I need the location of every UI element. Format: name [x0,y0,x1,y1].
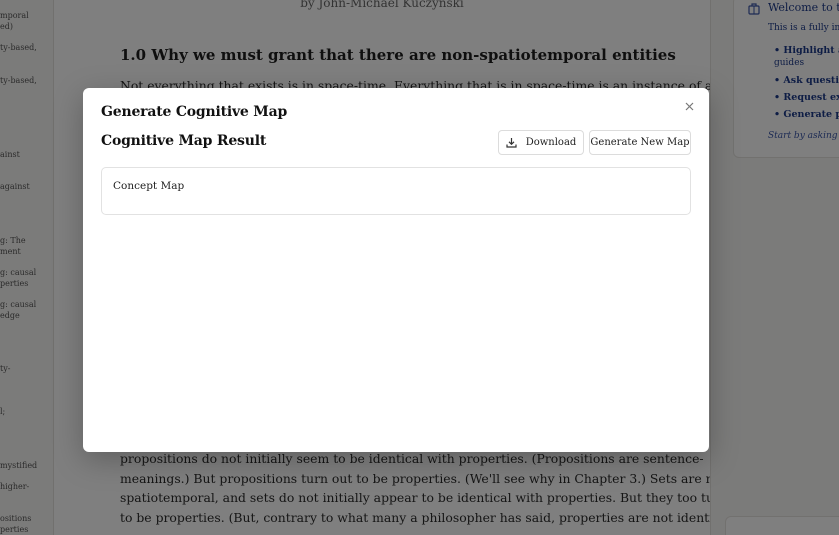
download-button[interactable]: Download [498,130,584,155]
dialog-title: Generate Cognitive Map [101,104,288,120]
concept-map-label: Concept Map [113,180,185,192]
generate-new-map-button[interactable]: Generate New Map [589,130,691,155]
concept-map-container: Concept Map [101,167,691,215]
generate-new-map-label: Generate New Map [590,137,690,148]
close-button[interactable] [681,98,697,114]
close-icon [685,102,693,110]
download-icon [506,138,517,148]
download-label: Download [525,137,577,148]
cognitive-map-dialog: Generate Cognitive Map Cognitive Map Res… [83,88,709,452]
result-title: Cognitive Map Result [101,133,267,149]
